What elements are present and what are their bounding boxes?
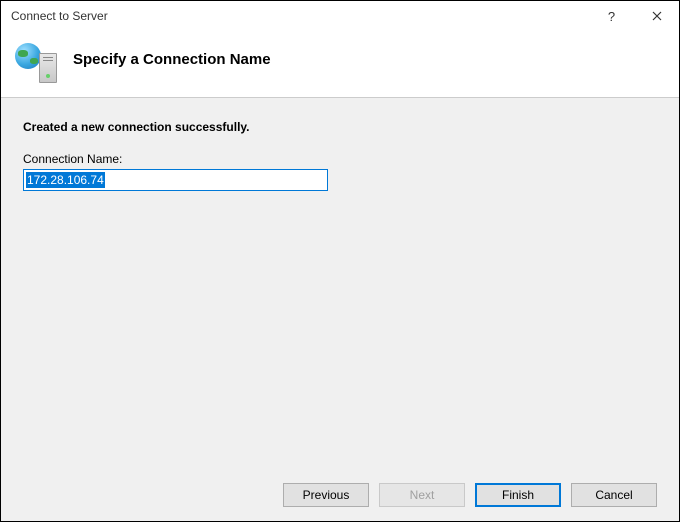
help-icon: ? (608, 9, 615, 24)
dialog-window: Connect to Server ? Specify a Connection… (0, 0, 680, 522)
close-button[interactable] (634, 1, 679, 31)
titlebar-controls: ? (589, 1, 679, 31)
close-icon (652, 11, 662, 21)
window-title: Connect to Server (11, 9, 589, 23)
finish-button[interactable]: Finish (475, 483, 561, 507)
page-title: Specify a Connection Name (73, 51, 271, 68)
previous-button[interactable]: Previous (283, 483, 369, 507)
connection-name-value: 172.28.106.74 (26, 172, 105, 188)
status-message: Created a new connection successfully. (23, 120, 657, 134)
wizard-header: Specify a Connection Name (1, 31, 679, 98)
spacer (23, 191, 657, 471)
titlebar: Connect to Server ? (1, 1, 679, 31)
connection-name-label: Connection Name: (23, 152, 657, 166)
server-globe-icon (15, 41, 57, 83)
wizard-body: Created a new connection successfully. C… (1, 98, 679, 521)
next-button: Next (379, 483, 465, 507)
connection-name-input[interactable]: 172.28.106.74 (23, 169, 328, 191)
help-button[interactable]: ? (589, 1, 634, 31)
button-row: Previous Next Finish Cancel (23, 471, 657, 507)
cancel-button[interactable]: Cancel (571, 483, 657, 507)
